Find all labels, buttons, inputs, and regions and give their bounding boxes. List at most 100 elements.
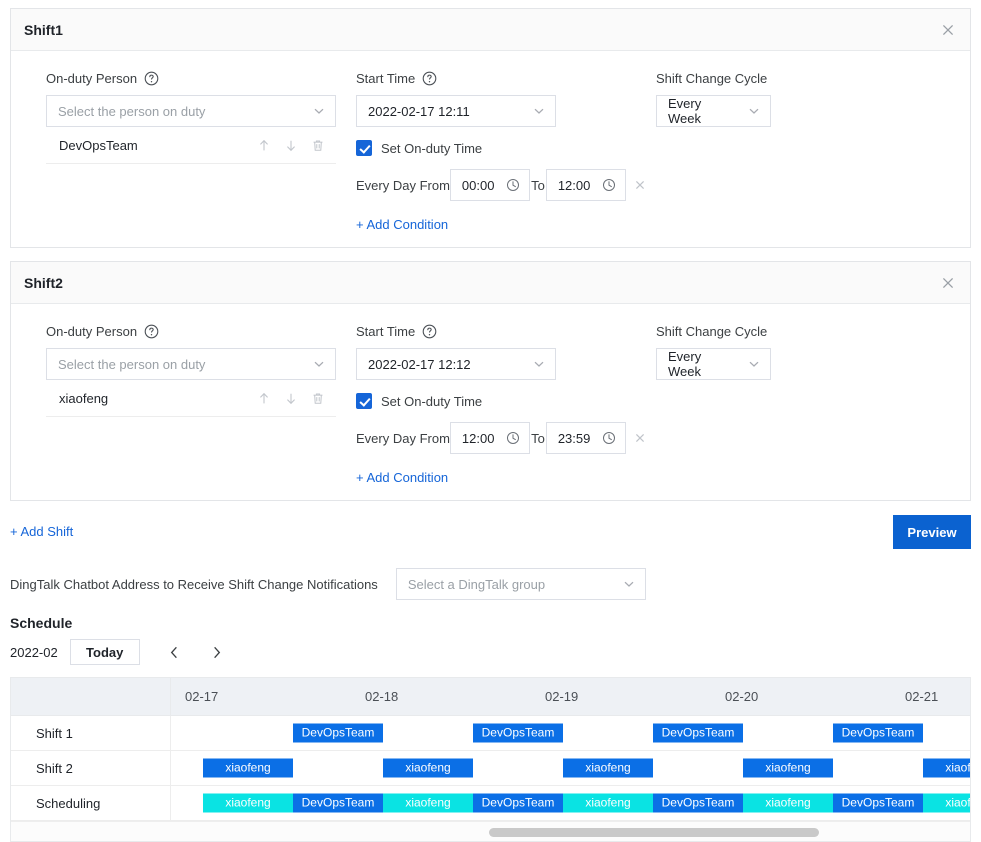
shift-change-cycle-value: Every Week bbox=[668, 96, 737, 126]
schedule-bar[interactable]: xiaofeng bbox=[563, 759, 653, 778]
schedule-row-track: DevOpsTeam DevOpsTeam DevOpsTeam DevOpsTeam bbox=[171, 716, 970, 750]
schedule-bar[interactable]: xiaofeng bbox=[743, 759, 833, 778]
schedule-bar[interactable]: xiaofeng bbox=[383, 794, 473, 813]
today-button[interactable]: Today bbox=[70, 639, 140, 665]
shift-title: Shift1 bbox=[24, 22, 63, 38]
preview-button[interactable]: Preview bbox=[893, 515, 971, 549]
add-condition-link[interactable]: + Add Condition bbox=[356, 217, 448, 232]
clock-icon[interactable] bbox=[506, 431, 520, 445]
selected-person-row: xiaofeng bbox=[46, 380, 336, 417]
schedule-rows: Shift 1 DevOpsTeamDevOpsTeamDevOpsTeamDe… bbox=[11, 716, 970, 821]
schedule-bar[interactable]: DevOpsTeam bbox=[293, 794, 383, 813]
selected-person-name: xiaofeng bbox=[59, 391, 108, 406]
help-circle-icon[interactable] bbox=[144, 324, 159, 339]
on-duty-time-range-row: Every Day From 00:00 To 12:00 bbox=[356, 169, 646, 201]
add-condition-link[interactable]: + Add Condition bbox=[356, 470, 448, 485]
arrow-up-icon[interactable] bbox=[257, 391, 271, 406]
set-on-duty-time-label: Set On-duty Time bbox=[381, 394, 482, 409]
dingtalk-row: DingTalk Chatbot Address to Receive Shif… bbox=[10, 567, 971, 601]
shift-change-cycle-column: Shift Change Cycle Every Week bbox=[656, 51, 856, 127]
schedule-bar[interactable]: DevOpsTeam bbox=[833, 794, 923, 813]
on-duty-to-value: 12:00 bbox=[558, 178, 591, 193]
schedule-day-header: 02-20 bbox=[711, 678, 891, 715]
close-small-icon[interactable] bbox=[634, 179, 646, 191]
close-icon[interactable] bbox=[940, 22, 956, 38]
clock-icon[interactable] bbox=[602, 178, 616, 192]
schedule-navigation: 2022-02 Today bbox=[10, 639, 981, 665]
schedule-day-headers: 02-1702-1802-1902-2002-21 bbox=[171, 678, 971, 715]
schedule-row-track: xiaofengDevOpsTeamxiaofengDevOpsTeamxiao… bbox=[171, 786, 970, 820]
close-small-icon[interactable] bbox=[634, 432, 646, 444]
shift-change-cycle-select[interactable]: Every Week bbox=[656, 95, 771, 127]
schedule-bar[interactable]: DevOpsTeam bbox=[293, 724, 383, 743]
schedule-bar[interactable]: DevOpsTeam bbox=[833, 724, 923, 743]
on-duty-person-select[interactable]: Select the person on duty bbox=[46, 95, 336, 127]
schedule-bar[interactable]: xiaofeng bbox=[923, 759, 971, 778]
on-duty-from-input[interactable]: 12:00 bbox=[450, 422, 530, 454]
dingtalk-group-select[interactable]: Select a DingTalk group bbox=[396, 568, 646, 600]
schedule-bar[interactable]: xiaofeng bbox=[743, 794, 833, 813]
shift-card: Shift2 On-duty Person Select the person … bbox=[10, 261, 971, 501]
schedule-bar[interactable]: xiaofeng bbox=[203, 794, 293, 813]
clock-icon[interactable] bbox=[602, 431, 616, 445]
schedule-bar[interactable]: DevOpsTeam bbox=[473, 724, 563, 743]
set-on-duty-time-label: Set On-duty Time bbox=[381, 141, 482, 156]
schedule-bar[interactable]: xiaofeng bbox=[923, 794, 971, 813]
schedule-bar[interactable]: xiaofeng bbox=[563, 794, 653, 813]
on-duty-person-column: On-duty Person Select the person on duty… bbox=[46, 51, 346, 164]
schedule-horizontal-scrollbar[interactable] bbox=[11, 821, 970, 841]
set-on-duty-time-checkbox[interactable] bbox=[356, 140, 372, 156]
to-label: To bbox=[530, 178, 546, 193]
help-circle-icon[interactable] bbox=[422, 324, 437, 339]
schedule-bar[interactable]: DevOpsTeam bbox=[473, 794, 563, 813]
chevron-down-icon bbox=[532, 357, 546, 371]
schedule-bar[interactable]: DevOpsTeam bbox=[653, 794, 743, 813]
chevron-down-icon bbox=[532, 104, 546, 118]
chevron-down-icon bbox=[312, 104, 326, 118]
schedule-month-label: 2022-02 bbox=[10, 645, 58, 660]
trash-icon[interactable] bbox=[311, 391, 325, 406]
on-duty-person-label-row: On-duty Person bbox=[46, 70, 346, 87]
shift-change-cycle-label-row: Shift Change Cycle bbox=[656, 70, 856, 87]
on-duty-to-input[interactable]: 23:59 bbox=[546, 422, 626, 454]
arrow-down-icon[interactable] bbox=[284, 138, 298, 153]
on-duty-person-label: On-duty Person bbox=[46, 324, 137, 339]
arrow-down-icon[interactable] bbox=[284, 391, 298, 406]
chevron-down-icon bbox=[622, 577, 636, 591]
on-duty-person-placeholder: Select the person on duty bbox=[58, 357, 205, 372]
shift-card-header: Shift2 bbox=[11, 262, 970, 304]
schedule-bar[interactable]: DevOpsTeam bbox=[653, 724, 743, 743]
help-circle-icon[interactable] bbox=[422, 71, 437, 86]
shift-actions-row: + Add Shift Preview bbox=[10, 515, 971, 559]
scrollbar-thumb[interactable] bbox=[489, 828, 819, 837]
help-circle-icon[interactable] bbox=[144, 71, 159, 86]
shift-change-cycle-select[interactable]: Every Week bbox=[656, 348, 771, 380]
every-day-from-label: Every Day From bbox=[356, 431, 450, 446]
schedule-row-label: Scheduling bbox=[11, 786, 171, 820]
add-shift-link[interactable]: + Add Shift bbox=[10, 524, 73, 539]
close-icon[interactable] bbox=[940, 275, 956, 291]
arrow-up-icon[interactable] bbox=[257, 138, 271, 153]
on-duty-person-select[interactable]: Select the person on duty bbox=[46, 348, 336, 380]
start-time-select[interactable]: 2022-02-17 12:12 bbox=[356, 348, 556, 380]
on-duty-from-value: 00:00 bbox=[462, 178, 495, 193]
schedule-bar[interactable]: xiaofeng bbox=[383, 759, 473, 778]
set-on-duty-time-row: Set On-duty Time bbox=[356, 392, 646, 410]
trash-icon[interactable] bbox=[311, 138, 325, 153]
clock-icon[interactable] bbox=[506, 178, 520, 192]
schedule-day-header: 02-19 bbox=[531, 678, 711, 715]
set-on-duty-time-checkbox[interactable] bbox=[356, 393, 372, 409]
schedule-day-header: 02-18 bbox=[351, 678, 531, 715]
on-duty-from-input[interactable]: 00:00 bbox=[450, 169, 530, 201]
chevron-left-icon[interactable] bbox=[162, 639, 188, 665]
start-time-column: Start Time 2022-02-17 12:11 Set On-duty … bbox=[356, 51, 646, 232]
on-duty-person-column: On-duty Person Select the person on duty… bbox=[46, 304, 346, 417]
start-time-select[interactable]: 2022-02-17 12:11 bbox=[356, 95, 556, 127]
schedule-bar[interactable]: xiaofeng bbox=[203, 759, 293, 778]
chevron-right-icon[interactable] bbox=[204, 639, 230, 665]
schedule-title: Schedule bbox=[10, 615, 981, 631]
to-label: To bbox=[530, 431, 546, 446]
on-duty-to-input[interactable]: 12:00 bbox=[546, 169, 626, 201]
schedule-row: Scheduling xiaofengDevOpsTeamxiaofengDev… bbox=[11, 786, 970, 821]
shift-change-cycle-value: Every Week bbox=[668, 349, 737, 379]
